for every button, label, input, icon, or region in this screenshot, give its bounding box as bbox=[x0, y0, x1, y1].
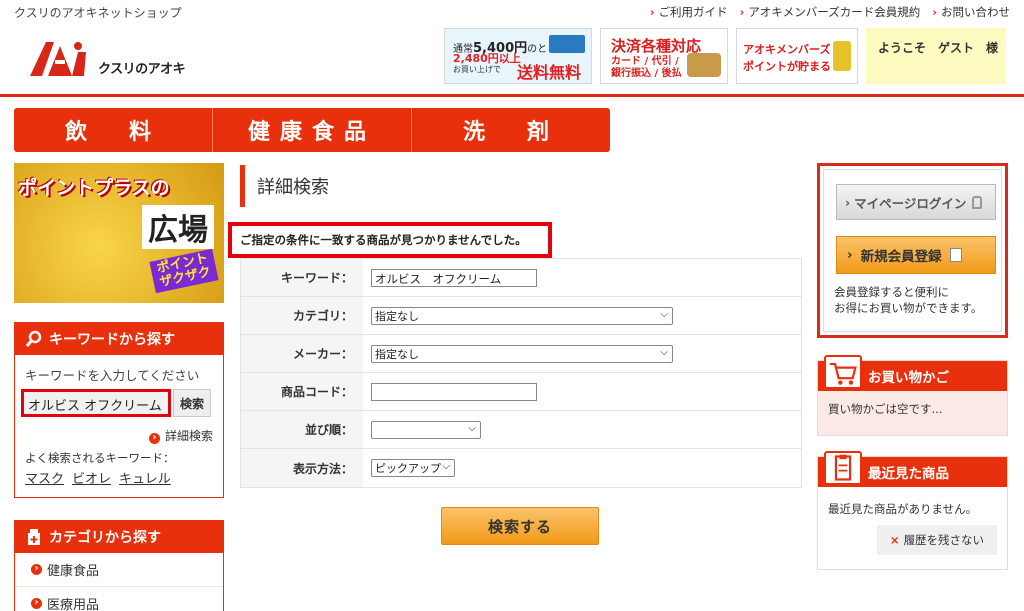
form-row-keyword: キーワード： オルビス オフクリーム bbox=[241, 259, 801, 297]
shop-name: クスリのアオキネットショップ bbox=[14, 6, 182, 20]
contact-link[interactable]: お問い合わせ bbox=[932, 4, 1010, 20]
nav-detergent[interactable]: 洗 剤 bbox=[411, 108, 610, 152]
advanced-search-form: キーワード： オルビス オフクリーム カテゴリ： 指定なし ⌵ メーカー： 指定な… bbox=[240, 258, 802, 488]
page-title: 詳細検索 bbox=[240, 165, 329, 207]
search-submit-button[interactable]: 検索する bbox=[441, 507, 599, 545]
chevron-right-icon: › bbox=[847, 247, 853, 263]
product-code-label: 商品コード： bbox=[241, 373, 363, 410]
popular-keyword-link[interactable]: キュレル bbox=[119, 468, 171, 487]
register-note: 会員登録すると便利に お得にお買い物ができます。 bbox=[834, 285, 983, 315]
close-icon: × bbox=[889, 533, 900, 547]
keyword-search-box: キーワードから探す キーワードを入力してください オルビス オフクリーム 検索 … bbox=[14, 322, 224, 498]
logo-mark-icon bbox=[30, 42, 86, 76]
no-results-message: ご指定の条件に一致する商品が見つかりませんでした。 bbox=[228, 222, 552, 258]
display-select[interactable]: ピックアップ ⌵ bbox=[371, 459, 455, 477]
login-box: › マイページログイン › 新規会員登録 会員登録すると便利に お得にお買い物がで… bbox=[817, 163, 1008, 338]
popular-keywords-label: よく検索されるキーワード： bbox=[25, 451, 175, 465]
shopping-cart-icon bbox=[824, 355, 862, 389]
medicine-bottle-icon bbox=[28, 529, 40, 545]
keyword-box-header: キーワードから探す bbox=[15, 323, 223, 355]
login-inner: › マイページログイン › 新規会員登録 会員登録すると便利に お得にお買い物がで… bbox=[823, 169, 1002, 332]
category-select[interactable]: 指定なし ⌵ bbox=[371, 306, 673, 325]
header-divider bbox=[0, 94, 1024, 97]
form-row-category: カテゴリ： 指定なし ⌵ bbox=[241, 297, 801, 335]
cart-title: お買い物かご bbox=[868, 370, 949, 386]
nav-health-food[interactable]: 健康食品 bbox=[212, 108, 411, 152]
point-plus-banner[interactable]: ポイントプラスの 広場 ポイント ザクザク bbox=[14, 163, 224, 303]
payment-title: 決済各種対応 bbox=[611, 37, 702, 55]
point-banner-badge: ポイント ザクザク bbox=[149, 248, 219, 294]
payment-banner[interactable]: 決済各種対応 カード / 代引 / 銀行振込 / 後払 bbox=[600, 28, 728, 84]
chevron-down-icon: ⌵ bbox=[660, 346, 668, 358]
pen-icon bbox=[949, 248, 962, 262]
maker-label: メーカー： bbox=[241, 335, 363, 372]
recent-header: 最近見た商品 bbox=[818, 451, 1007, 487]
form-row-display: 表示方法： ピックアップ ⌵ bbox=[241, 449, 801, 487]
member-terms-link[interactable]: アオキメンバーズカード会員規約 bbox=[740, 4, 920, 20]
popular-keyword-link[interactable]: マスク bbox=[25, 468, 64, 487]
point-banner-title: ポイントプラスの bbox=[18, 177, 170, 199]
keyword-input[interactable]: オルビス オフクリーム bbox=[21, 389, 171, 417]
category-box: カテゴリから探す 健康食品 医療用品 bbox=[14, 520, 224, 611]
chevron-down-icon: ⌵ bbox=[468, 422, 476, 434]
points-text: アオキメンバーズ ポイントが貯まる bbox=[743, 43, 831, 73]
guide-link[interactable]: ご利用ガイド bbox=[650, 4, 728, 20]
recently-viewed-box: 最近見た商品 最近見た商品がありません。 × 履歴を残さない bbox=[817, 451, 1008, 570]
keyword-search-button[interactable]: 検索 bbox=[173, 389, 211, 417]
cart-empty-message: 買い物かごは空です... bbox=[828, 402, 943, 416]
coin-stack-icon bbox=[833, 41, 851, 71]
cart-box: お買い物かご 買い物かごは空です... bbox=[817, 355, 1008, 436]
display-label: 表示方法： bbox=[241, 449, 363, 487]
nav-drinks[interactable]: 飲 料 bbox=[14, 108, 212, 152]
recent-empty-message: 最近見た商品がありません。 bbox=[828, 502, 978, 516]
sort-label: 並び順： bbox=[241, 411, 363, 448]
mypage-login-button[interactable]: › マイページログイン bbox=[836, 184, 996, 220]
clipboard-icon bbox=[824, 451, 862, 485]
form-row-code: 商品コード： bbox=[241, 373, 801, 411]
category-box-title: カテゴリから探す bbox=[49, 530, 161, 546]
keyword-field[interactable]: オルビス オフクリーム bbox=[371, 268, 537, 287]
chevron-down-icon: ⌵ bbox=[660, 308, 668, 320]
free-shipping-text: 送料無料 bbox=[517, 63, 582, 82]
register-button[interactable]: › 新規会員登録 bbox=[836, 236, 996, 274]
global-nav: 飲 料 健康食品 洗 剤 bbox=[14, 108, 610, 152]
chevron-right-icon: › bbox=[845, 194, 851, 210]
keyword-label: キーワード： bbox=[241, 259, 363, 296]
truck-icon bbox=[549, 35, 585, 53]
clear-history-button[interactable]: × 履歴を残さない bbox=[877, 525, 997, 555]
advanced-search-link[interactable]: 詳細検索 bbox=[149, 427, 213, 444]
category-item-medical[interactable]: 医療用品 bbox=[15, 587, 223, 611]
logo-text: クスリのアオキ bbox=[98, 62, 186, 77]
chevron-down-icon: ⌵ bbox=[442, 461, 450, 472]
maker-select[interactable]: 指定なし ⌵ bbox=[371, 344, 673, 363]
category-label: カテゴリ： bbox=[241, 297, 363, 334]
keyword-box-title: キーワードから探す bbox=[49, 332, 175, 348]
form-row-sort: 並び順： ⌵ bbox=[241, 411, 801, 449]
site-logo[interactable]: クスリのアオキ bbox=[28, 38, 198, 82]
search-icon bbox=[25, 330, 42, 347]
product-code-field[interactable] bbox=[371, 382, 537, 401]
payment-methods: カード / 代引 / 銀行振込 / 後払 bbox=[611, 56, 682, 79]
points-banner[interactable]: アオキメンバーズ ポイントが貯まる bbox=[736, 28, 858, 84]
category-item-health-food[interactable]: 健康食品 bbox=[15, 553, 223, 587]
sort-select[interactable]: ⌵ bbox=[371, 420, 481, 439]
point-banner-hiroba: 広場 bbox=[142, 205, 214, 249]
top-links: ご利用ガイド アオキメンバーズカード会員規約 お問い合わせ bbox=[650, 4, 1010, 20]
welcome-text: ようこそ ゲスト 様 bbox=[878, 41, 999, 55]
cart-header[interactable]: お買い物かご bbox=[818, 355, 1007, 391]
form-row-maker: メーカー： 指定なし ⌵ bbox=[241, 335, 801, 373]
popular-keyword-link[interactable]: ビオレ bbox=[72, 468, 111, 487]
free-shipping-banner[interactable]: 通常5,400円のところ 2,480円以上 お買い上げで 送料無料 bbox=[444, 28, 592, 84]
lock-icon bbox=[972, 195, 983, 209]
wallet-icon bbox=[687, 53, 721, 77]
popular-keywords: マスク ビオレ キュレル bbox=[25, 468, 171, 487]
keyword-prompt: キーワードを入力してください bbox=[25, 368, 200, 383]
welcome-box: ようこそ ゲスト 様 bbox=[866, 28, 1006, 84]
recent-title: 最近見た商品 bbox=[868, 466, 949, 482]
category-box-header: カテゴリから探す bbox=[15, 521, 223, 553]
shipping-threshold: 2,480円以上 お買い上げで bbox=[453, 52, 521, 74]
